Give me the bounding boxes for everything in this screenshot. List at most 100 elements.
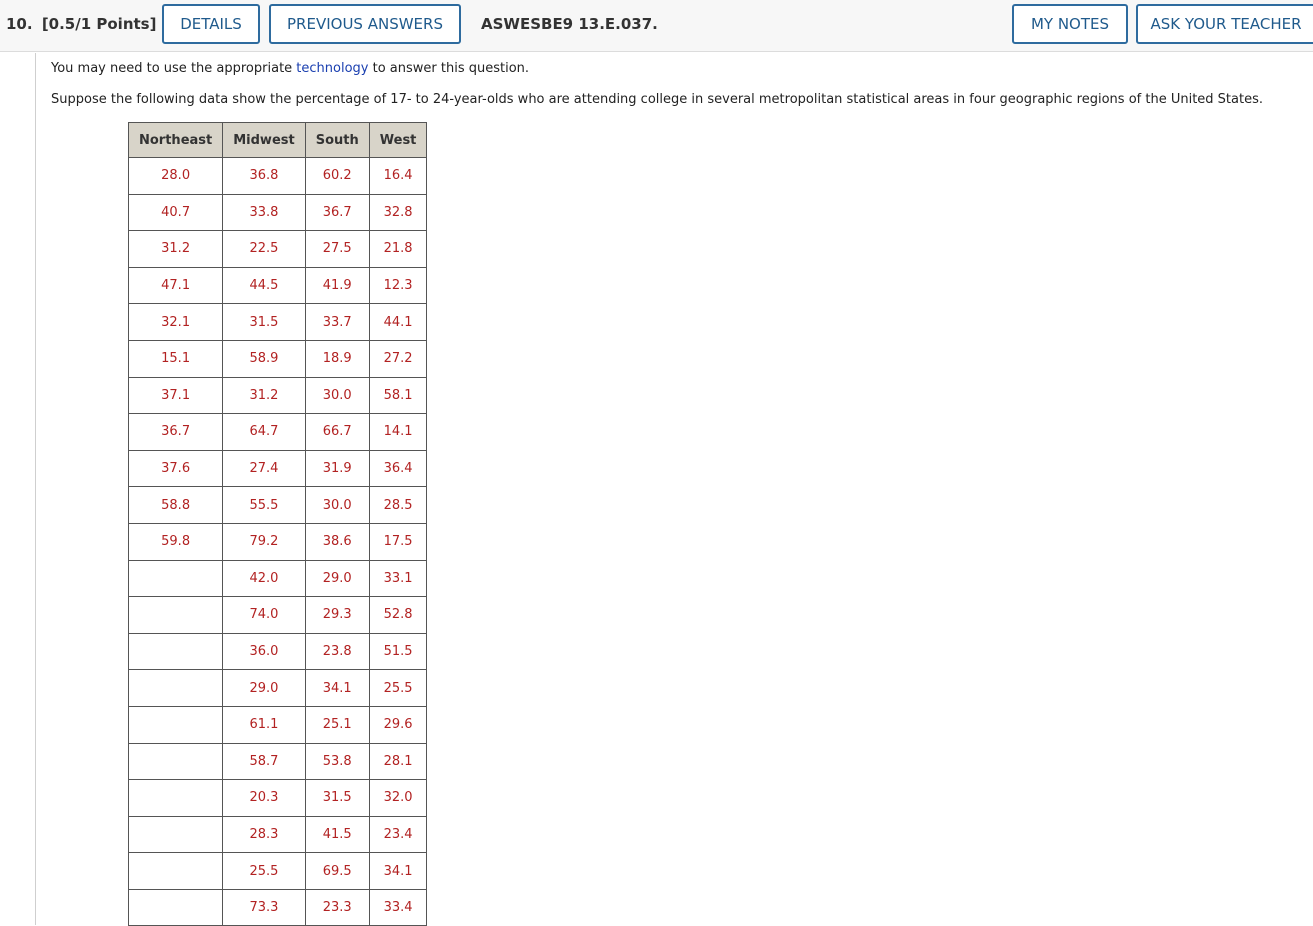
table-row: 42.0 29.0 33.1 [127, 559, 428, 598]
table-row: 58.7 53.8 28.1 [127, 742, 428, 781]
table-cell: 28.5 [368, 486, 428, 524]
data-table: Northeast Midwest South West 28.0 36.8 60.2 16… [127, 122, 428, 926]
table-cell: 74.0 [222, 596, 306, 634]
table-cell: 33.1 [368, 559, 428, 598]
table-cell: 79.2 [222, 522, 306, 561]
table-cell: 58.7 [222, 742, 306, 781]
table-row: 28.0 36.8 60.2 16.4 [127, 157, 428, 195]
previous-answers-button[interactable]: PREVIOUS ANSWERS [269, 4, 461, 44]
table-cell: 31.2 [222, 376, 306, 415]
table-cell: 58.8 [127, 486, 224, 524]
table-cell: 31.5 [304, 779, 370, 817]
table-row: 47.1 44.5 41.9 12.3 [127, 266, 428, 305]
table-cell: 66.7 [304, 413, 370, 451]
table-cell: 29.0 [222, 669, 306, 707]
technology-note: You may need to use the appropriate tech… [51, 61, 529, 76]
table-cell: 58.9 [222, 339, 306, 378]
table-cell: 17.5 [368, 522, 428, 561]
table-cell: 32.0 [368, 779, 428, 817]
table-cell: 60.2 [304, 157, 370, 195]
table-cell [127, 742, 224, 781]
table-cell: 47.1 [127, 266, 224, 305]
column-header-south: South [304, 122, 370, 158]
table-cell: 73.3 [222, 888, 306, 926]
table-cell: 20.3 [222, 779, 306, 817]
table-row: 58.8 55.5 30.0 28.5 [127, 486, 428, 524]
table-cell: 51.5 [368, 632, 428, 671]
table-cell: 33.8 [222, 193, 306, 232]
table-cell: 36.0 [222, 632, 306, 671]
table-cell: 42.0 [222, 559, 306, 598]
question-title: 10. [0.5/1 Points] [6, 15, 156, 33]
table-cell: 29.6 [368, 705, 428, 744]
table-row: 20.3 31.5 32.0 [127, 779, 428, 817]
table-row: 37.1 31.2 30.0 58.1 [127, 376, 428, 415]
table-row: 32.1 31.5 33.7 44.1 [127, 303, 428, 341]
table-cell [127, 852, 224, 890]
table-cell: 59.8 [127, 522, 224, 561]
table-cell: 29.3 [304, 596, 370, 634]
table-cell: 27.2 [368, 339, 428, 378]
my-notes-button[interactable]: MY NOTES [1012, 4, 1128, 44]
column-header-west: West [368, 122, 428, 158]
table-cell [127, 888, 224, 926]
table-cell: 37.1 [127, 376, 224, 415]
table-cell: 31.9 [304, 449, 370, 488]
technology-note-start: You may need to use the appropriate [51, 61, 297, 76]
table-cell [127, 559, 224, 598]
table-row: 73.3 23.3 33.4 [127, 888, 428, 926]
table-cell: 16.4 [368, 157, 428, 195]
table-row: 40.7 33.8 36.7 32.8 [127, 193, 428, 232]
table-cell: 34.1 [304, 669, 370, 707]
table-row: 74.0 29.3 52.8 [127, 596, 428, 634]
table-cell: 30.0 [304, 486, 370, 524]
points-label: [0.5/1 Points] [41, 15, 157, 33]
table-cell: 18.9 [304, 339, 370, 378]
table-cell: 55.5 [222, 486, 306, 524]
table-cell: 25.5 [368, 669, 428, 707]
table-cell: 33.7 [304, 303, 370, 341]
table-cell: 30.0 [304, 376, 370, 415]
table-cell: 41.9 [304, 266, 370, 305]
ask-teacher-button[interactable]: ASK YOUR TEACHER [1136, 4, 1313, 44]
table-cell: 41.5 [304, 815, 370, 854]
table-cell: 36.4 [368, 449, 428, 488]
table-cell: 44.1 [368, 303, 428, 341]
table-row: 28.3 41.5 23.4 [127, 815, 428, 854]
table-cell: 12.3 [368, 266, 428, 305]
table-cell: 21.8 [368, 230, 428, 268]
table-cell: 69.5 [304, 852, 370, 890]
table-row: 36.0 23.8 51.5 [127, 632, 428, 671]
table-cell: 27.4 [222, 449, 306, 488]
table-cell [127, 632, 224, 671]
table-cell: 36.8 [222, 157, 306, 195]
table-cell: 38.6 [304, 522, 370, 561]
technology-note-end: to answer this question. [368, 61, 530, 76]
details-button[interactable]: DETAILS [162, 4, 260, 44]
table-cell: 40.7 [127, 193, 224, 232]
table-row: 25.5 69.5 34.1 [127, 852, 428, 890]
table-cell: 28.0 [127, 157, 224, 195]
table-cell: 14.1 [368, 413, 428, 451]
table-cell: 36.7 [127, 413, 224, 451]
table-cell: 15.1 [127, 339, 224, 378]
technology-link[interactable]: technology [296, 61, 368, 76]
table-row: 59.8 79.2 38.6 17.5 [127, 522, 428, 561]
table-cell: 37.6 [127, 449, 224, 488]
table-cell: 23.8 [304, 632, 370, 671]
table-cell: 32.1 [127, 303, 224, 341]
table-cell [127, 779, 224, 817]
table-cell [127, 596, 224, 634]
table-cell: 23.3 [304, 888, 370, 926]
table-cell [127, 815, 224, 854]
table-cell [127, 705, 224, 744]
table-row: 29.0 34.1 25.5 [127, 669, 428, 707]
table-row: 36.7 64.7 66.7 14.1 [127, 413, 428, 451]
column-header-northeast: Northeast [127, 122, 224, 158]
table-cell: 52.8 [368, 596, 428, 634]
table-row: 61.1 25.1 29.6 [127, 705, 428, 744]
table-cell: 22.5 [222, 230, 306, 268]
table-cell: 27.5 [304, 230, 370, 268]
table-row: 31.2 22.5 27.5 21.8 [127, 230, 428, 268]
table-header-row: Northeast Midwest South West [127, 122, 428, 158]
